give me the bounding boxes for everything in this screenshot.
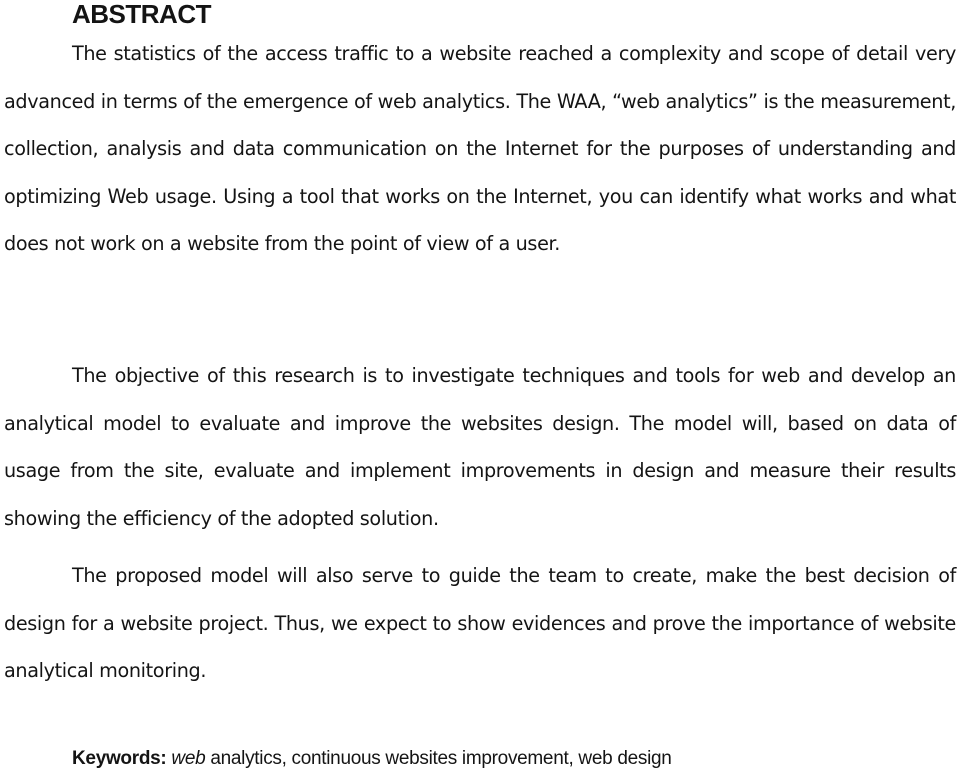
abstract-paragraph-2: The objective of this research is to inv… (4, 364, 956, 530)
keywords-italic-term: web (171, 748, 206, 769)
keywords-list: analytics, continuous websites improveme… (205, 748, 672, 769)
abstract-paragraph-3: The proposed model will also serve to gu… (4, 564, 956, 683)
abstract-paragraph-1: The statistics of the access traffic to … (4, 42, 956, 256)
keywords-label: Keywords: (72, 748, 167, 769)
abstract-heading: ABSTRACT (72, 0, 212, 29)
keywords-line: Keywords: web analytics, continuous webs… (72, 746, 672, 772)
